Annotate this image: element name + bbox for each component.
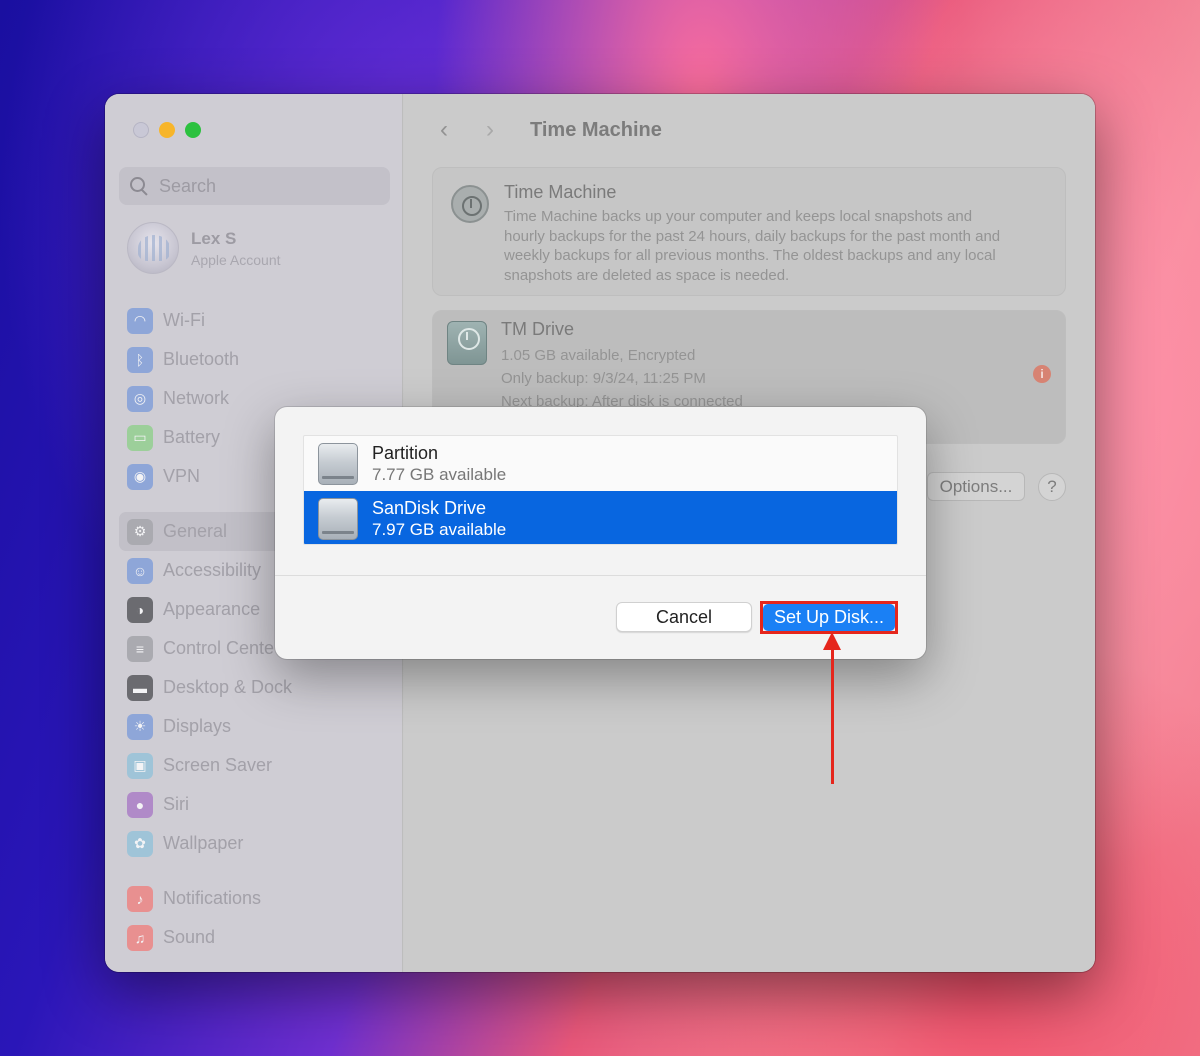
search-placeholder: Search — [159, 175, 217, 196]
sidebar-item-label: Accessibility — [163, 560, 262, 580]
sidebar-item-label: Network — [163, 388, 230, 408]
siri-icon: ● — [127, 791, 153, 818]
minimize-button[interactable] — [159, 122, 175, 138]
account-name: Lex S — [191, 228, 237, 248]
sidebar-item-label: Desktop & Dock — [163, 677, 293, 697]
time-machine-info-card: Time Machine Time Machine backs up your … — [432, 167, 1066, 296]
sidebar-item-label: Appearance — [163, 599, 261, 619]
disk-row-partition[interactable]: Partition 7.77 GB available — [304, 436, 897, 491]
annotation-arrow-line — [831, 644, 834, 784]
globe-icon: ◎ — [127, 385, 153, 412]
sidebar-item-label: General — [163, 521, 228, 541]
sidebar-item-sound[interactable]: ♫ Sound — [119, 918, 389, 957]
info-icon[interactable]: i — [1033, 365, 1051, 383]
sidebar-item-label: Siri — [163, 794, 189, 814]
info-line: snapshots are deleted as space is needed… — [504, 266, 790, 284]
info-line: Time Machine backs up your computer and … — [504, 208, 973, 225]
info-line: hourly backups for the past 24 hours, da… — [504, 227, 1001, 245]
info-title: Time Machine — [504, 182, 617, 202]
back-chevron-icon[interactable]: ‹ — [434, 116, 454, 144]
disk-name: Partition — [372, 442, 439, 463]
options-button[interactable]: Options... — [927, 472, 1025, 501]
dialog-divider — [275, 575, 926, 576]
sidebar-item-desktop-dock[interactable]: ▬ Desktop & Dock — [119, 668, 389, 707]
disk-list: Partition 7.77 GB available SanDisk Driv… — [303, 435, 898, 545]
annotation-highlight-box — [760, 601, 898, 634]
drive-available: 1.05 GB available, Encrypted — [501, 347, 696, 364]
forward-chevron-icon[interactable]: › — [480, 116, 500, 144]
account-subtitle: Apple Account — [191, 251, 281, 268]
sidebar-item-label: Sound — [163, 927, 216, 947]
sidebar-item-wallpaper[interactable]: ✿ Wallpaper — [119, 824, 389, 863]
time-machine-icon — [451, 185, 489, 223]
sidebar-item-screen-saver[interactable]: ▣ Screen Saver — [119, 746, 389, 785]
bluetooth-icon: ᛒ — [127, 346, 153, 373]
sun-icon: ☀ — [127, 713, 153, 740]
external-disk-icon — [318, 442, 358, 485]
sidebar-item-label: Screen Saver — [163, 755, 273, 775]
sidebar-group-notifications: ♪ Notifications ♫ Sound — [119, 879, 389, 957]
wallpaper-icon: ✿ — [127, 830, 153, 857]
sidebar-item-notifications[interactable]: ♪ Notifications — [119, 879, 389, 918]
gear-icon: ⚙ — [127, 518, 153, 545]
sidebar-item-label: Wi-Fi — [163, 310, 205, 330]
bell-icon: ♪ — [127, 885, 153, 912]
toolbar: ‹ › Time Machine — [434, 116, 662, 144]
vpn-icon: ◉ — [127, 463, 153, 490]
appearance-icon: ◑ — [127, 596, 153, 623]
sidebar-item-wi-fi[interactable]: ◠ Wi-Fi — [119, 301, 389, 340]
close-button[interactable] — [133, 122, 149, 138]
search-icon — [129, 176, 149, 196]
drive-name: TM Drive — [501, 319, 574, 339]
sidebar-item-label: Displays — [163, 716, 232, 736]
sidebar-item-label: Wallpaper — [163, 833, 244, 853]
time-machine-drive-icon — [447, 321, 487, 365]
wifi-icon: ◠ — [127, 307, 153, 334]
apple-account[interactable]: Lex S Apple Account — [127, 222, 281, 274]
battery-icon: ▭ — [127, 424, 153, 451]
external-disk-icon — [318, 497, 358, 540]
disk-name: SanDisk Drive — [372, 497, 487, 518]
sidebar-item-label: Bluetooth — [163, 349, 240, 369]
sidebar-item-label: Battery — [163, 427, 221, 447]
sidebar-item-bluetooth[interactable]: ᛒ Bluetooth — [119, 340, 389, 379]
info-line: weekly backups for all previous months. … — [504, 247, 996, 264]
page-title: Time Machine — [530, 118, 662, 141]
dock-icon: ▬ — [127, 674, 153, 701]
window-controls — [133, 122, 201, 138]
accessibility-icon: ☺ — [127, 557, 153, 584]
sidebar-item-siri[interactable]: ● Siri — [119, 785, 389, 824]
sidebar-item-displays[interactable]: ☀ Displays — [119, 707, 389, 746]
disk-available: 7.77 GB available — [372, 464, 507, 484]
avatar — [127, 222, 179, 274]
drive-last-backup: Only backup: 9/3/24, 11:25 PM — [501, 370, 706, 387]
speaker-icon: ♫ — [127, 924, 153, 951]
cancel-button[interactable]: Cancel — [616, 602, 752, 632]
screen-saver-icon: ▣ — [127, 752, 153, 779]
zoom-button[interactable] — [185, 122, 201, 138]
select-backup-disk-dialog: Partition 7.77 GB available SanDisk Driv… — [275, 407, 926, 659]
sidebar-item-label: Control Cente — [163, 638, 275, 658]
sidebar-item-label: VPN — [163, 466, 201, 486]
sidebar-item-label: Notifications — [163, 888, 262, 908]
search-input[interactable]: Search — [119, 167, 390, 205]
disk-row-sandisk-drive[interactable]: SanDisk Drive 7.97 GB available — [304, 491, 897, 544]
help-button[interactable]: ? — [1038, 473, 1066, 501]
disk-available: 7.97 GB available — [372, 519, 507, 539]
control-center-icon: ≡ — [127, 635, 153, 662]
